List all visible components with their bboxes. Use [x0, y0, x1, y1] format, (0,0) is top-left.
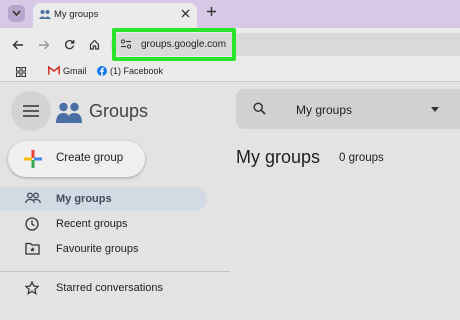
people-icon [25, 192, 41, 204]
search-scope-label: My groups [296, 103, 353, 117]
close-icon[interactable] [181, 9, 190, 18]
bookmark-label: Gmail [63, 66, 87, 76]
sidebar-item-label: Favourite groups [56, 243, 139, 255]
tab-strip: My groups [0, 0, 460, 28]
address-bar-highlight [112, 28, 236, 61]
page-title: My groups [236, 147, 321, 167]
create-group-button[interactable]: Create group [8, 141, 145, 177]
hamburger-menu-icon [23, 105, 39, 117]
facebook-icon [97, 66, 107, 76]
browser-tab[interactable]: My groups [33, 3, 197, 28]
back-arrow-icon[interactable] [12, 40, 24, 50]
group-search-box[interactable]: My groups [236, 89, 460, 129]
bookmark-gmail[interactable]: Gmail [48, 65, 87, 76]
sidebar-item-label: Recent groups [56, 218, 128, 230]
plus-icon [24, 150, 42, 168]
groups-favicon-icon [39, 10, 51, 19]
bookmark-facebook[interactable]: (1) Facebook [97, 66, 163, 76]
search-icon [253, 102, 266, 115]
sidebar-item-label: My groups [56, 193, 112, 205]
sidebar-item-label: Starred conversations [56, 282, 163, 294]
main-menu-button[interactable] [11, 91, 51, 131]
sidebar-item-favourite-groups[interactable]: Favourite groups [0, 237, 207, 261]
star-icon [25, 281, 39, 295]
product-name: Groups [89, 101, 149, 121]
apps-grid-icon[interactable] [16, 67, 26, 77]
sidebar-divider [0, 271, 230, 272]
bookmark-label: (1) Facebook [110, 66, 164, 76]
create-group-label: Create group [56, 152, 124, 164]
reload-icon[interactable] [64, 39, 75, 50]
tab-search-button[interactable] [8, 5, 25, 22]
new-tab-icon[interactable] [206, 6, 217, 17]
dropdown-caret-icon[interactable] [431, 107, 439, 112]
sidebar-item-starred-conversations[interactable]: Starred conversations [0, 276, 207, 300]
bookmarks-bar: Gmail (1) Facebook [0, 62, 460, 82]
sidebar-item-my-groups[interactable]: My groups [0, 187, 207, 211]
home-icon[interactable] [89, 39, 100, 50]
star-folder-icon [25, 242, 40, 255]
forward-arrow-icon[interactable] [38, 40, 50, 50]
gmail-icon [48, 65, 60, 75]
clock-icon [25, 217, 39, 231]
chevron-down-icon [12, 10, 21, 17]
sidebar-item-recent-groups[interactable]: Recent groups [0, 212, 207, 236]
tab-title: My groups [54, 9, 99, 20]
groups-logo-icon [56, 102, 82, 123]
groups-count: 0 groups [339, 152, 384, 164]
